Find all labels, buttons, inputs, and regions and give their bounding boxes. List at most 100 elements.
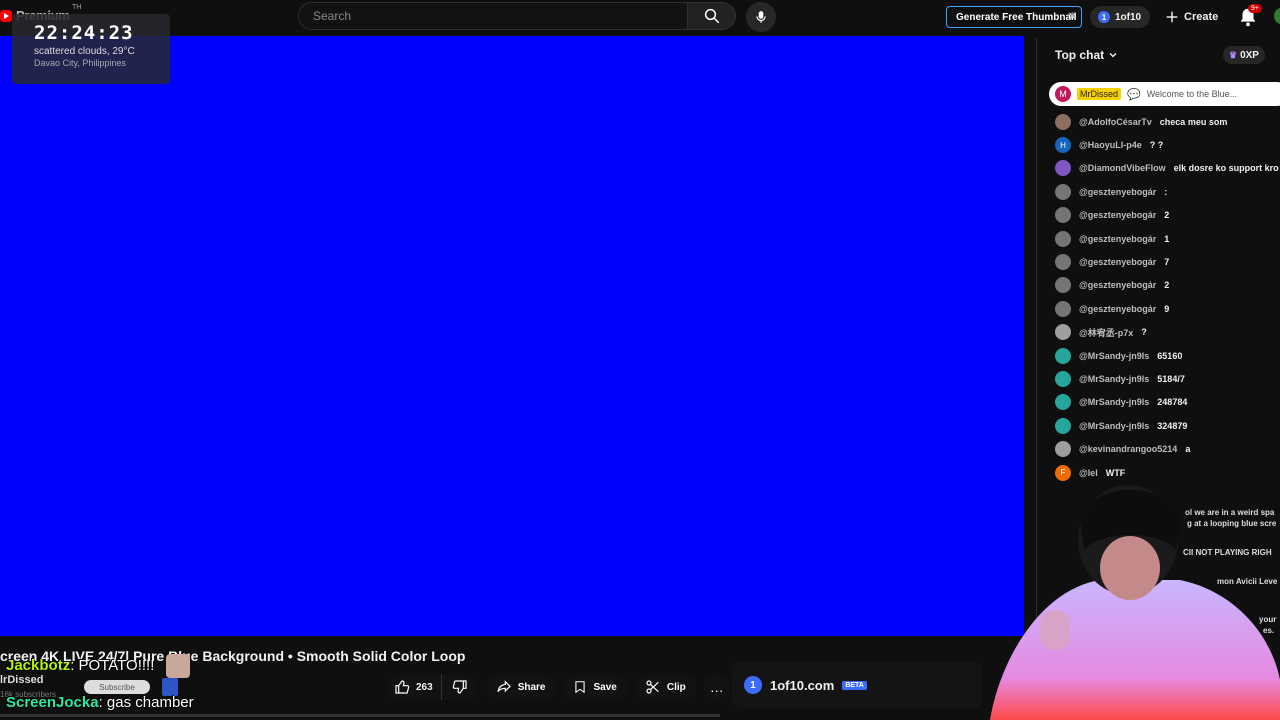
chat-message[interactable]: @林宥丞-p7x? bbox=[1055, 321, 1280, 344]
chat-author[interactable]: @MrSandy-jn9ls bbox=[1079, 421, 1149, 431]
chat-author[interactable]: @gesztenyebogár bbox=[1079, 280, 1156, 290]
chat-avatar[interactable] bbox=[1055, 370, 1071, 387]
chat-author[interactable]: @MrSandy-jn9ls bbox=[1079, 351, 1149, 361]
webcam-overlay bbox=[990, 485, 1280, 720]
clip-label: Clip bbox=[666, 681, 686, 693]
like-button[interactable]: 263 bbox=[386, 674, 441, 700]
chat-message[interactable]: @gesztenyebogár 7 bbox=[1055, 250, 1280, 273]
weather-widget: 22:24:23 scattered clouds, 29°C Davao Ci… bbox=[12, 14, 170, 84]
share-icon bbox=[497, 680, 511, 693]
chat-message[interactable]: @MrSandy-jn9ls 248784 bbox=[1055, 391, 1280, 414]
chat-text: : bbox=[1164, 186, 1168, 197]
microphone-icon bbox=[756, 11, 766, 23]
chat-author[interactable]: @kevinandrangoo5214 bbox=[1079, 444, 1177, 454]
chat-message[interactable]: @MrSandy-jn9ls 65160 bbox=[1055, 344, 1280, 367]
chat-author[interactable]: @gesztenyebogár bbox=[1079, 304, 1156, 314]
chat-text: checa meu som bbox=[1159, 116, 1228, 127]
chat-author[interactable]: @HaoyuLI-p4e bbox=[1079, 140, 1142, 150]
generate-thumbnail-button[interactable]: Generate Free Thumbnail ✕ bbox=[946, 6, 1082, 28]
chat-avatar[interactable] bbox=[1055, 347, 1071, 364]
channel-name[interactable]: lrDissed bbox=[0, 674, 43, 686]
page-scrollbar[interactable] bbox=[0, 714, 720, 717]
chat-author[interactable]: @DiamondVibeFlow bbox=[1079, 163, 1166, 173]
subscribe-button[interactable]: Subscribe bbox=[84, 680, 150, 694]
notification-count-badge: 9+ bbox=[1248, 4, 1262, 13]
chevron-down-icon bbox=[1109, 53, 1117, 58]
thumbs-down-icon bbox=[452, 680, 467, 694]
video-player[interactable] bbox=[0, 36, 1024, 636]
chat-avatar[interactable] bbox=[1055, 441, 1071, 458]
search-icon bbox=[704, 8, 719, 24]
close-icon[interactable]: ✕ bbox=[1068, 10, 1077, 23]
chat-avatar[interactable] bbox=[1055, 113, 1071, 130]
chat-message[interactable]: H @HaoyuLI-p4e ? ? bbox=[1055, 133, 1280, 156]
chat-text: elk dosre ko support kro bbox=[1173, 163, 1279, 174]
chat-author[interactable]: @gesztenyebogár bbox=[1079, 210, 1156, 220]
scissors-icon bbox=[646, 680, 659, 694]
chat-avatar[interactable] bbox=[1055, 160, 1071, 177]
chat-author[interactable]: @gesztenyebogár bbox=[1079, 257, 1156, 267]
chat-message[interactable]: @MrSandy-jn9ls 5184/7 bbox=[1055, 367, 1280, 390]
chat-avatar[interactable] bbox=[1055, 417, 1071, 434]
chat-message[interactable]: @DiamondVibeFlow elk dosre ko support kro bbox=[1055, 157, 1280, 180]
chat-author[interactable]: @gesztenyebogár bbox=[1079, 234, 1156, 244]
chat-avatar[interactable]: F bbox=[1055, 464, 1071, 481]
chat-text: 7 bbox=[1164, 257, 1170, 268]
oneof10-label: 1of10 bbox=[1115, 11, 1142, 23]
chat-avatar[interactable] bbox=[1055, 254, 1071, 271]
chat-author[interactable]: @gesztenyebogár bbox=[1079, 187, 1156, 197]
weather-description: scattered clouds, 29°C bbox=[34, 46, 135, 57]
thumbs-up-icon bbox=[395, 680, 410, 694]
stream-alert: ScreenJocka: gas chamber bbox=[6, 694, 194, 711]
chat-author[interactable]: @林宥丞-p7x bbox=[1079, 326, 1133, 339]
chat-avatar[interactable] bbox=[1055, 207, 1071, 224]
more-actions-button[interactable]: … bbox=[703, 674, 730, 700]
chat-text: ? ? bbox=[1149, 140, 1164, 151]
chat-author[interactable]: @AdolfoCésarTv bbox=[1079, 117, 1152, 127]
share-button[interactable]: Share bbox=[485, 674, 556, 700]
chat-message[interactable]: @gesztenyebogár 2 bbox=[1055, 274, 1280, 297]
account-avatar[interactable] bbox=[1274, 8, 1280, 24]
pinned-author: MrDissed bbox=[1077, 88, 1122, 100]
chat-text: 9 bbox=[1164, 303, 1170, 314]
pinned-message[interactable]: M MrDissed 💬 Welcome to the Blue... bbox=[1049, 82, 1280, 106]
chat-message[interactable]: @gesztenyebogár: bbox=[1055, 180, 1280, 203]
like-count: 263 bbox=[416, 681, 433, 693]
chat-avatar[interactable] bbox=[1055, 230, 1071, 247]
generate-thumbnail-label: Generate Free Thumbnail bbox=[956, 11, 1077, 23]
chat-message[interactable]: @kevinandrangoo5214 a bbox=[1055, 437, 1280, 460]
voice-search-button[interactable] bbox=[746, 2, 776, 32]
chat-avatar[interactable] bbox=[1055, 324, 1071, 341]
chat-message[interactable]: @AdolfoCésarTv checa meu som bbox=[1055, 110, 1280, 133]
create-button[interactable]: Create bbox=[1158, 5, 1222, 29]
xp-label: 0XP bbox=[1240, 49, 1259, 61]
clip-button[interactable]: Clip bbox=[634, 674, 696, 700]
search-input[interactable] bbox=[311, 8, 687, 24]
pinned-avatar: M bbox=[1055, 86, 1071, 102]
chat-avatar[interactable] bbox=[1055, 300, 1071, 317]
chat-message[interactable]: @MrSandy-jn9ls 324879 bbox=[1055, 414, 1280, 437]
chat-avatar[interactable] bbox=[1055, 394, 1071, 411]
chat-text: 324879 bbox=[1157, 420, 1188, 431]
chat-mode-label: Top chat bbox=[1055, 48, 1105, 62]
search-button[interactable] bbox=[688, 2, 736, 30]
chat-avatar[interactable] bbox=[1055, 183, 1071, 200]
beta-badge: BETA bbox=[842, 680, 867, 690]
chat-message[interactable]: @gesztenyebogár 9 bbox=[1055, 297, 1280, 320]
chat-message[interactable]: @gesztenyebogár 1 bbox=[1055, 227, 1280, 250]
dislike-button[interactable] bbox=[440, 674, 478, 700]
oneof10-logo-icon: 1 bbox=[1098, 11, 1110, 23]
chat-avatar[interactable] bbox=[1055, 277, 1071, 294]
chat-avatar[interactable]: H bbox=[1055, 137, 1071, 154]
stream-alert: Jackbotz: POTATO!!!! bbox=[6, 657, 154, 674]
chat-author[interactable]: @MrSandy-jn9ls bbox=[1079, 374, 1149, 384]
xp-badge[interactable]: ♛ 0XP bbox=[1223, 46, 1265, 64]
chat-text: 65160 bbox=[1157, 350, 1183, 361]
chat-author[interactable]: @MrSandy-jn9ls bbox=[1079, 397, 1149, 407]
chat-message-list: @AdolfoCésarTv checa meu som H @HaoyuLI-p4e… bbox=[1055, 110, 1280, 484]
chat-author[interactable]: @lel bbox=[1079, 468, 1098, 478]
chat-message[interactable]: @gesztenyebogár 2 bbox=[1055, 204, 1280, 227]
oneof10-button[interactable]: 1 1of10 bbox=[1090, 6, 1150, 28]
save-button[interactable]: Save bbox=[563, 674, 627, 700]
oneof10-card[interactable]: 1 1of10.com BETA bbox=[732, 662, 982, 708]
